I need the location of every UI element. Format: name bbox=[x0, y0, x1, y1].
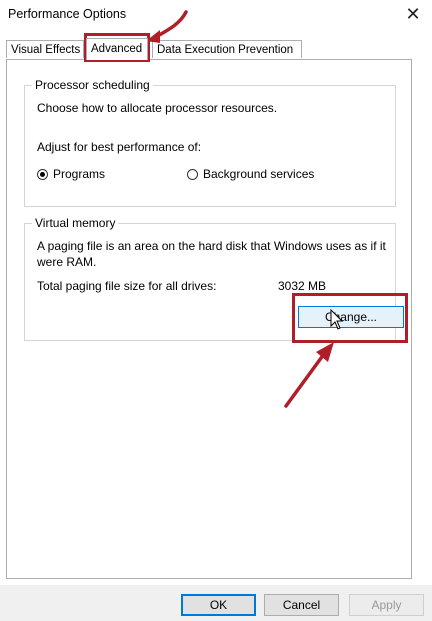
processor-scheduling-title: Processor scheduling bbox=[32, 78, 153, 92]
virtual-memory-title: Virtual memory bbox=[32, 216, 119, 230]
ok-button[interactable]: OK bbox=[181, 594, 256, 616]
total-paging-file-label: Total paging file size for all drives: bbox=[37, 279, 217, 293]
tab-visual-effects[interactable]: Visual Effects bbox=[6, 40, 84, 58]
apply-button[interactable]: Apply bbox=[349, 594, 424, 616]
change-virtual-memory-button[interactable]: Change... bbox=[298, 306, 404, 328]
advanced-tab-panel: Processor scheduling Choose how to alloc… bbox=[6, 59, 412, 579]
programs-radio-label[interactable]: Programs bbox=[53, 167, 105, 181]
adjust-performance-label: Adjust for best performance of: bbox=[37, 140, 202, 154]
virtual-memory-description-line2: were RAM. bbox=[37, 255, 97, 269]
processor-scheduling-description: Choose how to allocate processor resourc… bbox=[37, 101, 278, 115]
virtual-memory-description-line1: A paging file is an area on the hard dis… bbox=[37, 239, 386, 253]
cancel-button[interactable]: Cancel bbox=[264, 594, 339, 616]
title-bar: Performance Options ✕ bbox=[0, 0, 432, 30]
performance-options-dialog: Performance Options ✕ Visual Effects Adv… bbox=[0, 0, 432, 621]
programs-radio[interactable] bbox=[37, 169, 48, 180]
tab-data-execution-prevention[interactable]: Data Execution Prevention bbox=[152, 40, 302, 58]
processor-scheduling-group: Processor scheduling Choose how to alloc… bbox=[24, 78, 396, 207]
background-services-radio[interactable] bbox=[187, 169, 198, 180]
window-title: Performance Options bbox=[8, 7, 127, 21]
total-paging-file-value: 3032 MB bbox=[278, 279, 327, 293]
tab-advanced[interactable]: Advanced bbox=[86, 38, 148, 60]
background-services-radio-label[interactable]: Background services bbox=[203, 167, 314, 181]
close-icon[interactable]: ✕ bbox=[400, 2, 426, 26]
dialog-button-bar: OK Cancel Apply bbox=[0, 585, 432, 621]
